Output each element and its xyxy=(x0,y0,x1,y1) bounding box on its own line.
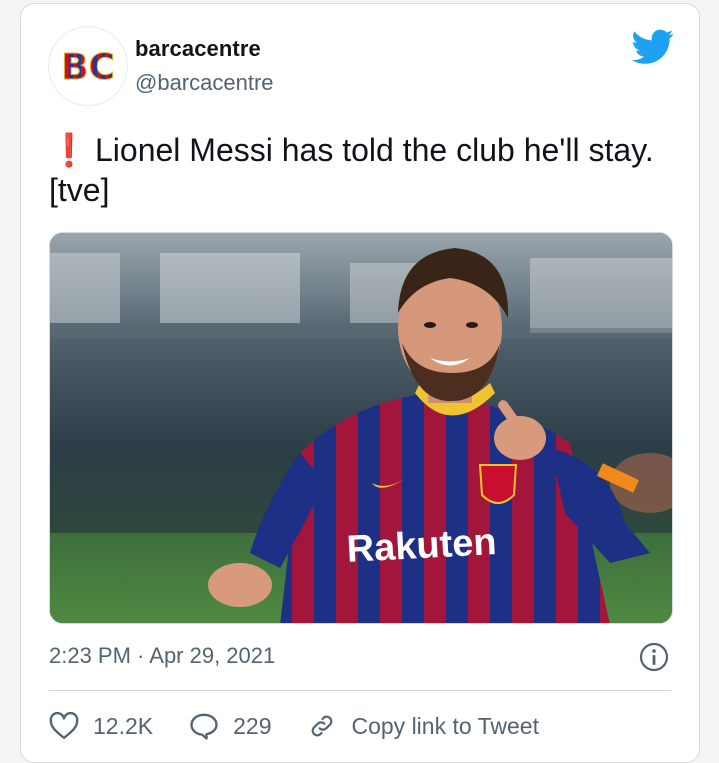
tweet-card: BC barcacentre @barcacentre ❗ Lionel Mess… xyxy=(20,3,700,763)
tweet-timestamp[interactable]: 2:23 PM · Apr 29, 2021 xyxy=(49,643,275,669)
heart-icon xyxy=(49,712,79,740)
reply-count: 229 xyxy=(233,712,272,739)
twitter-bird-icon[interactable] xyxy=(632,29,674,65)
user-handle[interactable]: @barcacentre xyxy=(135,70,274,96)
avatar-logo-text: BC xyxy=(61,47,115,86)
tweet-body: Lionel Messi has told the club he'll sta… xyxy=(49,132,654,208)
tweet-text: ❗ Lionel Messi has told the club he'll st… xyxy=(49,130,679,210)
like-count: 12.2K xyxy=(93,712,154,739)
copy-link-button[interactable]: Copy link to Tweet xyxy=(307,712,539,740)
copy-link-label: Copy link to Tweet xyxy=(351,712,539,739)
speech-bubble-icon xyxy=(190,713,218,740)
avatar[interactable]: BC xyxy=(48,26,128,106)
info-icon[interactable] xyxy=(639,642,669,672)
divider xyxy=(49,690,671,691)
reply-button[interactable]: 229 xyxy=(189,712,271,740)
avatar-logo: BC xyxy=(61,47,116,87)
tweet-media-image[interactable]: Rakuten xyxy=(49,232,673,624)
like-button[interactable]: 12.2K xyxy=(49,712,153,740)
jersey-sponsor-text: Rakuten xyxy=(346,521,498,571)
exclamation-emoji: ❗ xyxy=(49,132,89,168)
action-bar: 12.2K 229 Copy link to Tweet xyxy=(49,706,575,746)
messi-photo: Rakuten xyxy=(50,233,672,623)
display-name[interactable]: barcacentre xyxy=(135,36,261,62)
link-icon xyxy=(312,715,333,737)
